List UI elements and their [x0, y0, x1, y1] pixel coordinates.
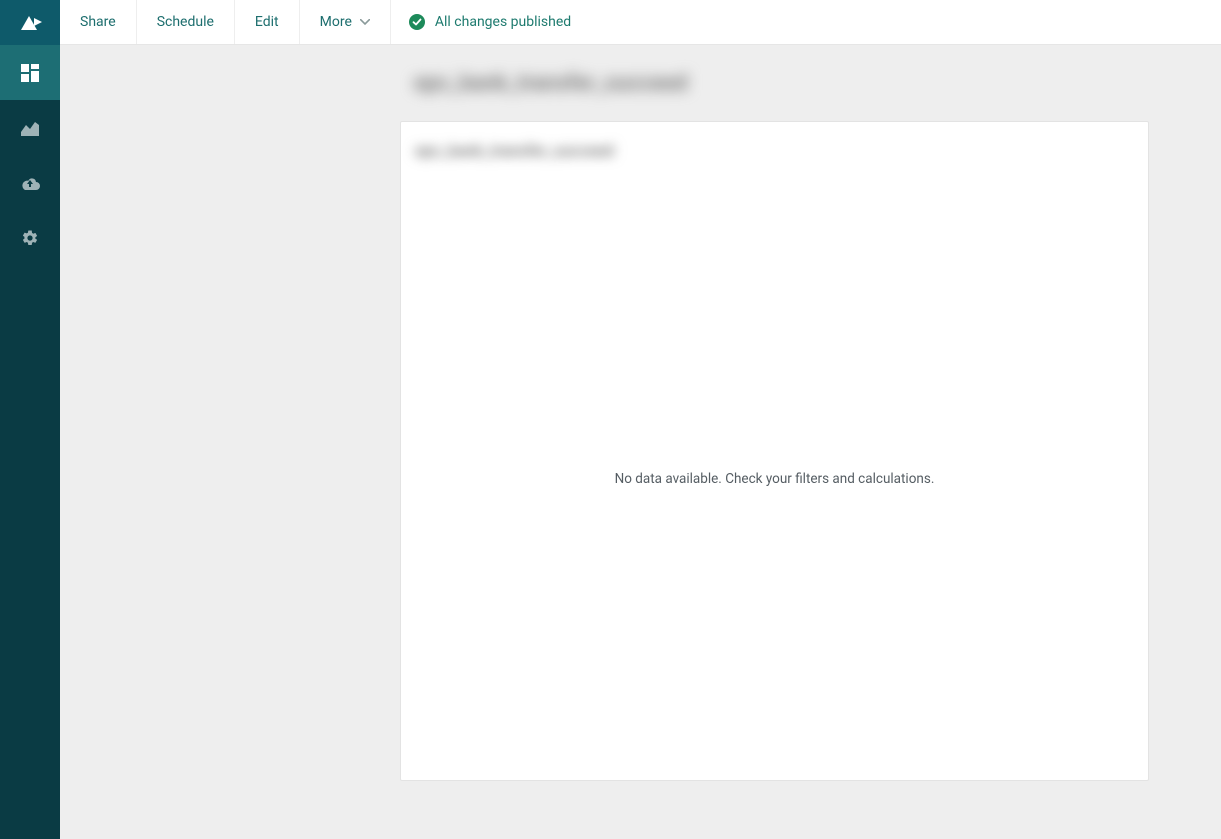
- empty-state-message: No data available. Check your filters an…: [615, 471, 935, 487]
- chart-panel-header: epc_bank_transfer_succeed: [401, 122, 1148, 178]
- share-button[interactable]: Share: [60, 0, 137, 44]
- sidebar-item-settings[interactable]: [0, 210, 60, 265]
- sidebar-item-analytics[interactable]: [0, 100, 60, 155]
- dashboard-icon: [21, 64, 39, 82]
- chevron-down-icon: [360, 19, 370, 25]
- check-circle-icon: [409, 14, 425, 30]
- publish-status: All changes published: [391, 0, 589, 44]
- schedule-label: Schedule: [157, 14, 214, 30]
- chart-panel-body: No data available. Check your filters an…: [401, 178, 1148, 780]
- publish-status-text: All changes published: [435, 14, 571, 30]
- sidebar-item-cloud[interactable]: [0, 155, 60, 210]
- chart-panel: epc_bank_transfer_succeed No data availa…: [400, 121, 1149, 781]
- more-button[interactable]: More: [300, 0, 391, 44]
- main-area: epc_bank_transfer_succeed epc_bank_trans…: [60, 45, 1221, 839]
- share-label: Share: [80, 14, 116, 30]
- left-spacer: [60, 45, 400, 839]
- gear-icon: [21, 229, 39, 247]
- edit-button[interactable]: Edit: [235, 0, 300, 44]
- sidebar-item-dashboard[interactable]: [0, 45, 60, 100]
- edit-label: Edit: [255, 14, 279, 30]
- logo-icon: [17, 12, 43, 34]
- schedule-button[interactable]: Schedule: [137, 0, 235, 44]
- toolbar: Share Schedule Edit More: [60, 0, 1221, 45]
- cloud-upload-icon: [20, 176, 40, 190]
- sidebar: [0, 0, 60, 839]
- chart-title-blurred: epc_bank_transfer_succeed: [415, 141, 614, 160]
- line-chart-icon: [21, 120, 39, 136]
- more-label: More: [320, 14, 352, 30]
- page-title-area: epc_bank_transfer_succeed: [400, 45, 1149, 121]
- app-logo[interactable]: [0, 0, 60, 45]
- page-title-blurred: epc_bank_transfer_succeed: [414, 71, 688, 96]
